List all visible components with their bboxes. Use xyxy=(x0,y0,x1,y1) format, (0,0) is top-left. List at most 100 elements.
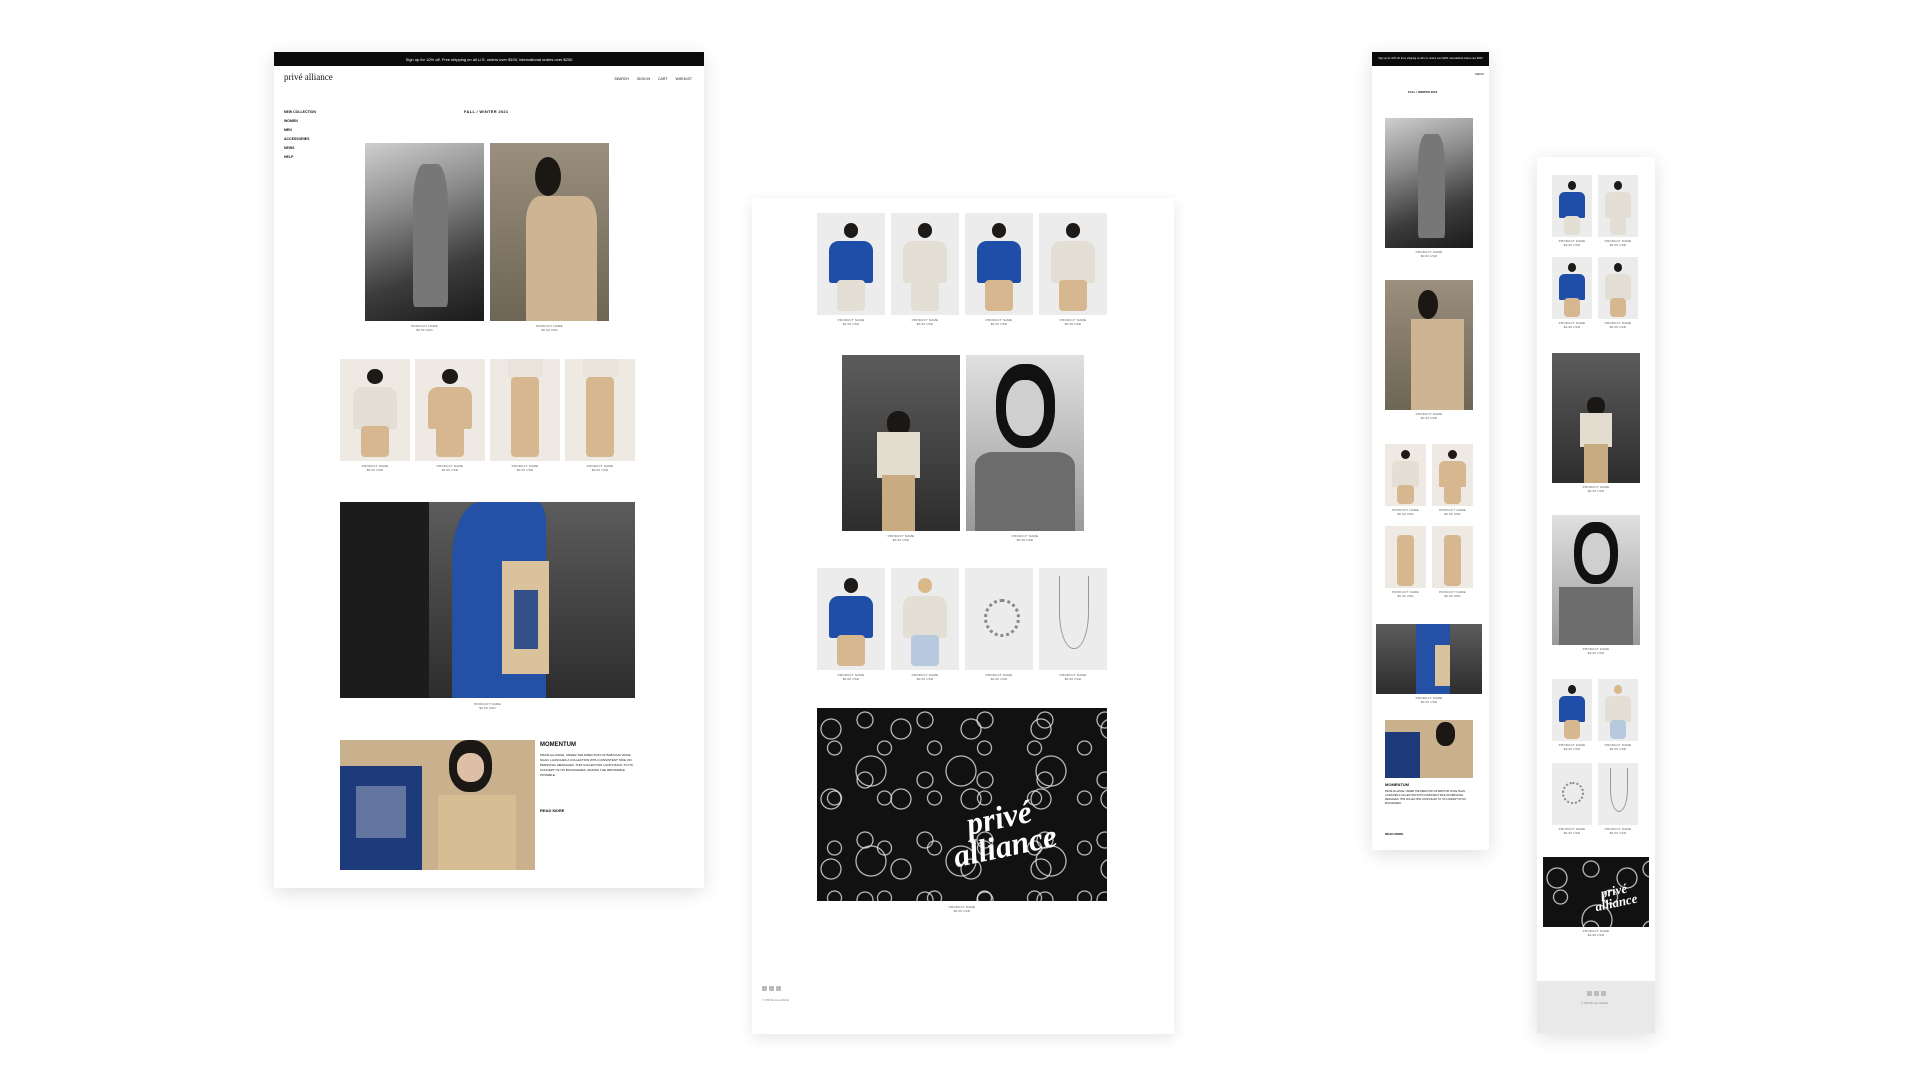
mobile-product-bracelet[interactable] xyxy=(1552,763,1592,825)
mobile-product-blue-hoodie[interactable] xyxy=(1552,175,1592,237)
mobile-menu-button[interactable]: MENU xyxy=(1475,72,1484,76)
mobile-momentum-description: Privé Alliance, under the direction of B… xyxy=(1385,790,1466,805)
mobile-product-blue-sweater[interactable] xyxy=(1552,679,1592,741)
product-caption: PRODUCT NAME $0.00 USD xyxy=(536,324,563,333)
product-caption: PRODUCT NAME $0.00 USD xyxy=(1604,321,1632,330)
facebook-icon[interactable] xyxy=(1594,991,1599,996)
menu-men[interactable]: MEN xyxy=(284,126,316,135)
mobile-promo-banner[interactable]: Sign up for 10% off. Free shipping on al… xyxy=(1372,52,1489,66)
instagram-icon[interactable] xyxy=(762,986,767,991)
twitter-icon[interactable] xyxy=(1601,991,1606,996)
mobile-product-necklace[interactable] xyxy=(1598,763,1638,825)
nav-search[interactable]: SEARCH xyxy=(614,77,629,81)
desktop-page-mockup: Sign up for 10% off. Free shipping on al… xyxy=(274,52,704,888)
product-caption: PRODUCT NAME $0.00 USD xyxy=(1011,534,1039,543)
mobile-section-title: FALL / WINTER 2021 xyxy=(1408,90,1438,94)
product-caption: PRODUCT NAME $0.00 USD xyxy=(1558,827,1586,836)
mobile-editorial-shutter[interactable] xyxy=(1552,353,1640,483)
menu-women[interactable]: WOMEN xyxy=(284,117,316,126)
mobile-momentum-title: MOMENTUM xyxy=(1385,782,1409,787)
mobile-product-cream-hoodie[interactable] xyxy=(1598,175,1638,237)
product-caption: PRODUCT NAME $0.00 USD xyxy=(1582,647,1610,656)
product-image-utility-vest[interactable] xyxy=(415,359,485,461)
product-image-cargo-pants-side[interactable] xyxy=(565,359,635,461)
collection-page-mockup: PRODUCT NAME $0.00 USD PRODUCT NAME $0.00 … xyxy=(752,198,1174,1034)
read-more-link[interactable]: READ MORE xyxy=(540,808,564,813)
mobile-footer: © PRIVÉ ALLIANCE xyxy=(1537,981,1655,1033)
product-image-cream-hoodie-back[interactable] xyxy=(1039,213,1107,315)
menu-news[interactable]: NEWS xyxy=(284,144,316,153)
product-caption: PRODUCT NAME $0.00 USD xyxy=(985,318,1013,327)
product-caption: PRODUCT NAME $0.00 USD xyxy=(1415,412,1443,421)
product-caption: PRODUCT NAME $0.00 USD xyxy=(1415,250,1443,259)
mobile-momentum-image[interactable] xyxy=(1385,720,1473,778)
product-caption: PRODUCT NAME $0.00 USD xyxy=(411,324,438,333)
menu-help[interactable]: HELP xyxy=(284,153,316,162)
bandana-logo-print: privé alliance xyxy=(949,792,1060,874)
nav-cart[interactable]: CART xyxy=(658,77,667,81)
mobile-read-more-link[interactable]: READ MORE xyxy=(1385,832,1403,836)
mobile-products-mockup: PRODUCT NAME $0.00 USD PRODUCT NAME $0.00 … xyxy=(1537,157,1655,1033)
product-caption: PRODUCT NAME $0.00 USD xyxy=(474,702,501,711)
product-caption: PRODUCT NAME $0.00 USD xyxy=(1582,929,1610,938)
product-caption: PRODUCT NAME $0.00 USD xyxy=(1439,590,1466,599)
nav-sign-in[interactable]: SIGN IN xyxy=(637,77,650,81)
mobile-product-image-tee[interactable] xyxy=(1385,444,1426,506)
product-image-cream-hoodie[interactable] xyxy=(891,213,959,315)
mobile-product-image-pants-side[interactable] xyxy=(1432,526,1473,588)
mobile-product-cream-hoodie-2[interactable] xyxy=(1598,257,1638,319)
mobile-product-image-vest[interactable] xyxy=(1432,444,1473,506)
product-image-cream-sweater[interactable] xyxy=(891,568,959,670)
product-caption: PRODUCT NAME $0.00 USD xyxy=(1558,743,1586,752)
product-image-blue-sweater[interactable] xyxy=(817,568,885,670)
brand-logo[interactable]: privé alliance xyxy=(284,72,333,82)
product-caption: PRODUCT NAME $0.00 USD xyxy=(1582,485,1610,494)
product-image-cargo-pants[interactable] xyxy=(490,359,560,461)
product-caption: PRODUCT NAME $0.00 USD xyxy=(1059,673,1087,682)
mobile-copyright: © PRIVÉ ALLIANCE xyxy=(1581,1001,1609,1005)
momentum-image[interactable] xyxy=(340,740,535,870)
momentum-description: Privé Alliance, under the direction of B… xyxy=(540,753,633,777)
product-caption: PRODUCT NAME $0.00 USD xyxy=(1059,318,1087,327)
mobile-product-image-pants[interactable] xyxy=(1385,526,1426,588)
mobile-bandana-logo-print: privé alliance xyxy=(1593,880,1639,914)
instagram-icon[interactable] xyxy=(1587,991,1592,996)
editorial-image-bw[interactable] xyxy=(365,143,484,321)
product-caption: PRODUCT NAME $0.00 USD xyxy=(887,534,915,543)
product-caption: PRODUCT NAME $0.00 USD xyxy=(1558,321,1586,330)
nav-wishlist[interactable]: WISHLIST xyxy=(675,77,692,81)
mobile-editorial-portrait-bw[interactable] xyxy=(1552,515,1640,645)
menu-new-collection[interactable]: NEW COLLECTION xyxy=(284,108,316,117)
product-image-necklace[interactable] xyxy=(1039,568,1107,670)
editorial-image-portrait-bw[interactable] xyxy=(966,355,1084,531)
twitter-icon[interactable] xyxy=(776,986,781,991)
mobile-product-bandana[interactable]: privé alliance xyxy=(1543,857,1649,927)
mobile-product-cream-sweater[interactable] xyxy=(1598,679,1638,741)
product-image-blue-hoodie[interactable] xyxy=(817,213,885,315)
editorial-image-shutter[interactable] xyxy=(842,355,960,531)
facebook-icon[interactable] xyxy=(769,986,774,991)
mobile-editorial-image-tote[interactable] xyxy=(1376,624,1482,694)
product-image-tee[interactable] xyxy=(340,359,410,461)
product-caption: PRODUCT NAME $0.00 USD xyxy=(436,464,464,473)
product-caption: PRODUCT NAME $0.00 USD xyxy=(586,464,614,473)
product-caption: PRODUCT NAME $0.00 USD xyxy=(837,673,865,682)
section-title: FALL / WINTER 2021 xyxy=(464,109,509,114)
product-caption: PRODUCT NAME $0.00 USD xyxy=(1604,827,1632,836)
product-caption: PRODUCT NAME $0.00 USD xyxy=(1604,239,1632,248)
editorial-image-jacket[interactable] xyxy=(490,143,609,321)
product-image-bandana[interactable]: privé alliance xyxy=(817,708,1107,901)
product-image-blue-hoodie-back[interactable] xyxy=(965,213,1033,315)
mobile-page-mockup: Sign up for 10% off. Free shipping on al… xyxy=(1372,52,1489,850)
product-caption: PRODUCT NAME $0.00 USD xyxy=(1558,239,1586,248)
product-caption: PRODUCT NAME $0.00 USD xyxy=(985,673,1013,682)
top-nav: SEARCH SIGN IN CART WISHLIST xyxy=(614,77,692,81)
product-image-bracelet[interactable] xyxy=(965,568,1033,670)
editorial-image-tote-bag[interactable] xyxy=(340,502,635,698)
promo-banner[interactable]: Sign up for 10% off. Free shipping on al… xyxy=(274,52,704,66)
mobile-editorial-image-bw[interactable] xyxy=(1385,118,1473,248)
mobile-product-blue-hoodie-2[interactable] xyxy=(1552,257,1592,319)
menu-accessories[interactable]: ACCESSORIES xyxy=(284,135,316,144)
product-caption: PRODUCT NAME $0.00 USD xyxy=(1392,590,1419,599)
mobile-editorial-image-jacket[interactable] xyxy=(1385,280,1473,410)
